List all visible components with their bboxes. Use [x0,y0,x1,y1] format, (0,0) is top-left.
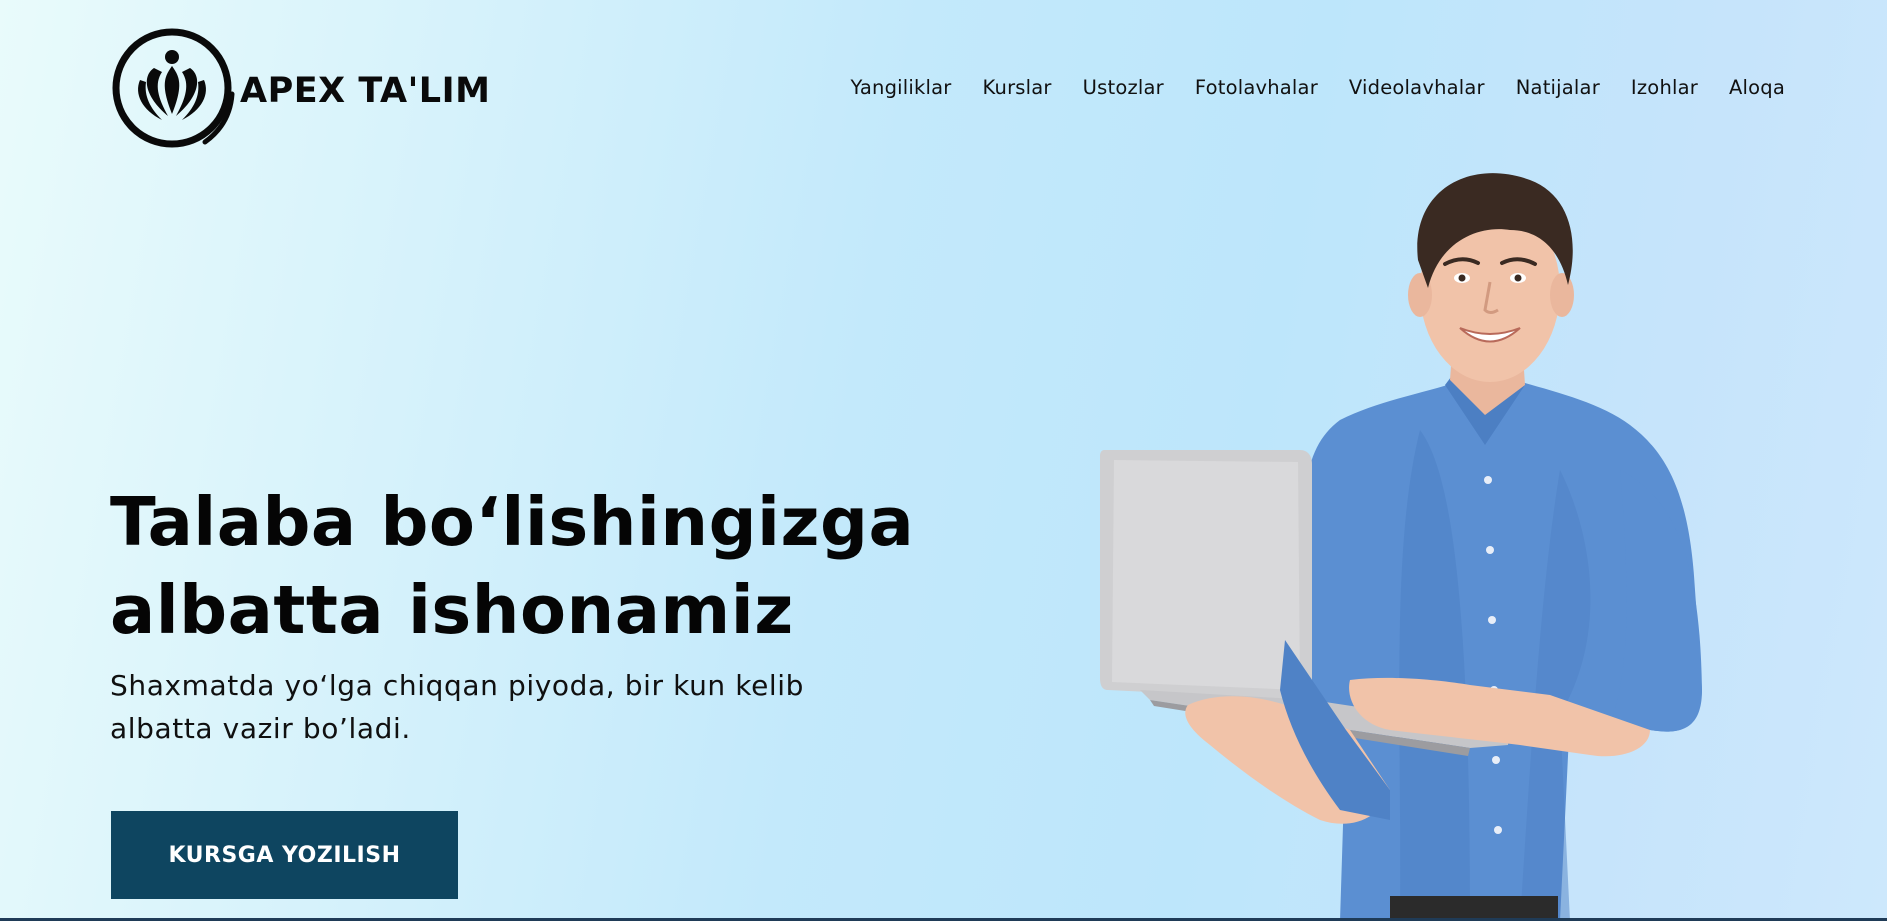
enroll-button[interactable]: KURSGA YOZILISH [111,811,458,899]
student-with-laptop-photo [1100,173,1702,921]
hero-title-line: Talaba bo‘lishingizga [110,483,915,561]
main-nav: Yangiliklar Kurslar Ustozlar Fotolavhala… [850,76,1785,99]
nav-link-ustozlar[interactable]: Ustozlar [1083,76,1164,99]
hero-title-line: albatta ishonamiz [110,571,794,649]
nav-link-fotolavhalar[interactable]: Fotolavhalar [1195,76,1318,99]
nav-link-kurslar[interactable]: Kurslar [983,76,1052,99]
logo-link[interactable]: APEX TA'LIM [110,24,490,152]
hero-subtitle: Shaxmatda yo‘lga chiqqan piyoda, bir kun… [110,664,910,750]
nav-link-videolavhalar[interactable]: Videolavhalar [1349,76,1485,99]
hero-subtitle-line: Shaxmatda yo‘lga chiqqan piyoda, bir kun… [110,669,805,702]
nav-link-aloqa[interactable]: Aloqa [1729,76,1785,99]
brand-name: APEX TA'LIM [240,71,491,111]
nav-link-natijalar[interactable]: Natijalar [1516,76,1600,99]
nav-link-yangiliklar[interactable]: Yangiliklar [850,76,951,99]
nav-link-izohlar[interactable]: Izohlar [1631,76,1698,99]
logo-icon [112,28,235,148]
hero-subtitle-line: albatta vazir bo’ladi. [110,712,411,745]
hero-title: Talaba bo‘lishingizga albatta ishonamiz [110,478,1010,654]
